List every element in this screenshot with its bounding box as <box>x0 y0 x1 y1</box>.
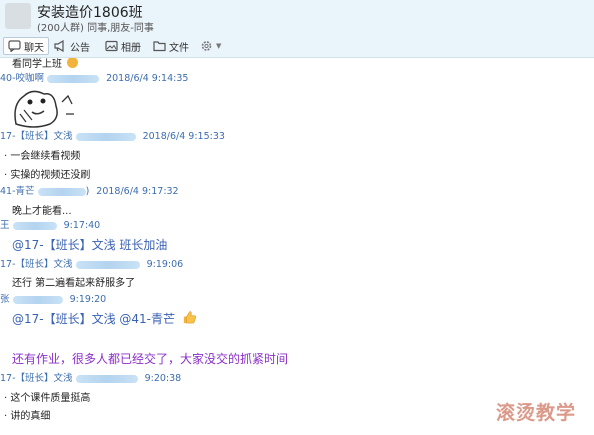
message-time: 9:20:38 <box>144 373 182 384</box>
blurred-name <box>12 221 57 230</box>
blurred-name <box>12 295 63 304</box>
tab-album-label: 相册 <box>121 42 141 54</box>
blurred-name <box>75 132 136 141</box>
chat-message: 还有作业，很多人都已经交了，大家没交的抓紧时间 <box>12 352 289 366</box>
message-text: 晚上才能看... <box>12 206 72 217</box>
sender-name[interactable]: 41-青芒 <box>0 186 35 197</box>
message-text: 讲的真细 <box>10 411 51 422</box>
chevron-down-icon: ▼ <box>216 42 222 50</box>
chat-message: 看同学上班 <box>12 58 79 70</box>
blurred-name <box>75 374 138 383</box>
blurred-name <box>47 74 100 83</box>
sender-name[interactable]: 40-咬咖啊 <box>0 73 44 84</box>
message-time: 2018/6/4 9:17:32 <box>96 186 179 197</box>
message-time: 2018/6/4 9:14:35 <box>106 73 189 84</box>
message-text: @17-【班长】文浅 @41-青芒 <box>12 312 176 326</box>
message-time: 2018/6/4 9:15:33 <box>142 131 225 142</box>
tab-files[interactable]: 文件 <box>153 37 189 55</box>
thumbs-up-icon <box>183 311 196 324</box>
tab-album[interactable]: 相册 <box>105 37 141 55</box>
group-toolbar: 聊天 公告 相册 文件 ▼ <box>0 34 594 58</box>
gear-icon <box>200 40 213 52</box>
message-meta: 40-咬咖啊 2018/6/4 9:14:35 <box>0 70 188 84</box>
message-text: 这个课件质量挺高 <box>10 393 91 404</box>
chat-message: 还行 第二遍看起来舒服多了 <box>12 278 136 289</box>
tab-chat[interactable]: 聊天 <box>3 37 49 55</box>
message-time: 9:17:40 <box>63 220 101 231</box>
tab-announcement[interactable]: 公告 <box>54 37 90 55</box>
chat-message: @17-【班长】文浅 班长加油 <box>12 238 168 252</box>
announcement-icon <box>54 40 67 52</box>
message-meta: 17-【班长】文浅 9:20:38 <box>0 370 181 384</box>
settings-button[interactable]: ▼ <box>200 37 221 55</box>
emoji-icon <box>67 58 79 68</box>
tab-chat-label: 聊天 <box>24 42 44 54</box>
chat-message: · 讲的真细 <box>4 411 51 422</box>
sender-name[interactable]: 王 <box>0 220 10 231</box>
group-subtitle: (200人群) 同事,朋友-同事 <box>37 23 154 34</box>
message-meta: 王 9:17:40 <box>0 217 100 231</box>
message-text: 看同学上班 <box>12 59 62 70</box>
tab-announcement-label: 公告 <box>70 42 90 54</box>
chat-message-area[interactable]: 看同学上班 40-咬咖啊 2018/6/4 9:14:35 17-【班长】文浅 … <box>0 58 594 435</box>
chat-header: 安装造价1806班 (200人群) 同事,朋友-同事 <box>0 0 594 34</box>
sender-name[interactable]: 17-【班长】文浅 <box>0 373 73 384</box>
blurred-name <box>37 187 86 196</box>
chat-message: · 实操的视频还没刷 <box>4 170 91 181</box>
chat-message: · 一会继续看视频 <box>4 151 81 162</box>
chat-message: · 这个课件质量挺高 <box>4 393 91 404</box>
chat-message: @17-【班长】文浅 @41-青芒 <box>12 310 197 327</box>
tab-files-label: 文件 <box>169 42 189 54</box>
message-meta: 17-【班长】文浅 9:19:06 <box>0 256 183 270</box>
watermark-logo: 滚烫教学 <box>496 402 577 424</box>
group-avatar[interactable] <box>5 3 31 29</box>
chat-message: 晚上才能看... <box>12 202 72 217</box>
message-time: 9:19:20 <box>69 294 107 305</box>
message-meta: 17-【班长】文浅 2018/6/4 9:15:33 <box>0 128 225 142</box>
message-text: 实操的视频还没刷 <box>10 170 91 181</box>
message-meta: 张 9:19:20 <box>0 291 106 305</box>
chat-icon <box>8 40 21 52</box>
sender-name[interactable]: 张 <box>0 294 10 305</box>
message-time: 9:19:06 <box>146 259 184 270</box>
album-icon <box>105 40 118 52</box>
sender-name[interactable]: 17-【班长】文浅 <box>0 131 73 142</box>
folder-icon <box>153 40 166 52</box>
message-meta: 41-青芒 ) 2018/6/4 9:17:32 <box>0 186 179 197</box>
blurred-name <box>75 260 140 269</box>
message-text: 一会继续看视频 <box>10 151 81 162</box>
sender-name[interactable]: 17-【班长】文浅 <box>0 259 73 270</box>
sticker-image[interactable] <box>10 84 80 130</box>
